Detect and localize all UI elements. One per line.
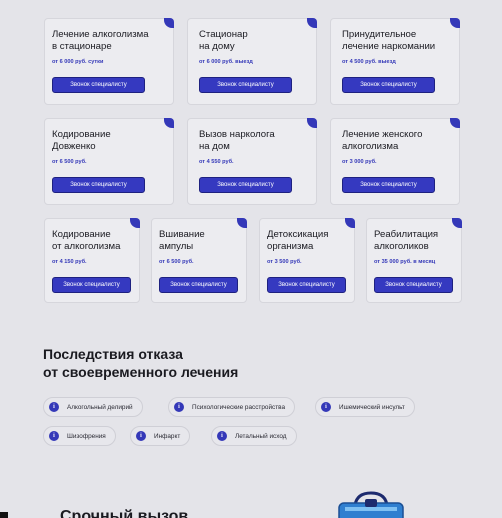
consequence-tag: i Шизофрения: [43, 426, 116, 446]
card-corner-decoration: [450, 118, 460, 128]
card-corner-decoration: [130, 218, 140, 228]
consequence-label: Психологические расстройства: [192, 403, 286, 411]
info-icon: i: [136, 431, 146, 441]
service-card: Лечение алкоголизма в стационаре от 6 000…: [44, 18, 174, 105]
service-card: Кодирование от алкоголизма от 4 150 руб. …: [44, 218, 140, 303]
consequences-heading: Последствия отказа от своевременного леч…: [43, 346, 239, 380]
service-price: от 6 500 руб.: [159, 259, 194, 265]
consequence-tag: i Летальный исход: [211, 426, 297, 446]
consequence-tag: i Психологические расстройства: [168, 397, 296, 417]
service-card: Реабилитация алкоголиков от 35 000 руб. в…: [366, 218, 462, 303]
card-corner-decoration: [307, 118, 317, 128]
info-icon: i: [321, 402, 331, 412]
call-specialist-button[interactable]: Звонок специалисту: [374, 277, 453, 293]
card-corner-decoration: [452, 218, 462, 228]
call-specialist-button[interactable]: Звонок специалисту: [267, 277, 346, 293]
info-icon: i: [49, 431, 59, 441]
service-title: Детоксикация организма: [267, 229, 329, 252]
card-corner-decoration: [164, 118, 174, 128]
card-corner-decoration: [345, 218, 355, 228]
service-title: Кодирование Довженко: [52, 129, 111, 152]
call-specialist-button[interactable]: Звонок специалисту: [199, 77, 292, 93]
info-icon: i: [217, 431, 227, 441]
service-price: от 6 500 руб.: [52, 159, 87, 165]
service-card: Лечение женского алкоголизма от 3 000 руб…: [330, 118, 460, 205]
service-title: Лечение алкоголизма в стационаре: [52, 29, 149, 52]
consequence-label: Инфаркт: [154, 432, 181, 440]
urgent-call-heading: Срочный вызов: [60, 508, 189, 518]
card-corner-decoration: [307, 18, 317, 28]
consequence-tag: i Инфаркт: [130, 426, 191, 446]
service-title: Вшивание ампулы: [159, 229, 205, 252]
consequence-tag: i Ишемический инсульт: [315, 397, 415, 417]
service-title: Кодирование от алкоголизма: [52, 229, 121, 252]
service-card: Детоксикация организма от 3 500 руб. Звон…: [259, 218, 355, 303]
service-price: от 6 000 руб. сутки: [52, 59, 104, 65]
service-title: Стационар на дому: [199, 29, 248, 52]
service-price: от 6 000 руб. выезд: [199, 59, 253, 65]
service-price: от 4 550 руб.: [199, 159, 234, 165]
service-card: Принудительное лечение наркомании от 4 50…: [330, 18, 460, 105]
service-card: Стационар на дому от 6 000 руб. выезд Зво…: [187, 18, 317, 105]
call-specialist-button[interactable]: Звонок специалисту: [52, 177, 145, 193]
call-specialist-button[interactable]: Звонок специалисту: [52, 277, 131, 293]
service-card: Кодирование Довженко от 6 500 руб. Звонок…: [44, 118, 174, 205]
card-corner-decoration: [237, 218, 247, 228]
call-specialist-button[interactable]: Звонок специалисту: [342, 177, 435, 193]
card-corner-decoration: [164, 18, 174, 28]
info-icon: i: [174, 402, 184, 412]
service-title: Принудительное лечение наркомании: [342, 29, 436, 52]
service-price: от 3 500 руб.: [267, 259, 302, 265]
consequence-label: Ишемический инсульт: [339, 403, 405, 411]
service-title: Лечение женского алкоголизма: [342, 129, 423, 152]
card-corner-decoration: [450, 18, 460, 28]
service-price: от 4 150 руб.: [52, 259, 87, 265]
service-title: Вызов нарколога на дом: [199, 129, 275, 152]
service-card: Вшивание ампулы от 6 500 руб. Звонок спец…: [151, 218, 247, 303]
decorative-bar: [0, 512, 8, 518]
service-price: от 35 000 руб. в месяц: [374, 259, 436, 265]
medical-bag-image: [338, 491, 404, 518]
call-specialist-button[interactable]: Звонок специалисту: [342, 77, 435, 93]
call-specialist-button[interactable]: Звонок специалисту: [199, 177, 292, 193]
consequence-label: Алкогольный делирий: [67, 403, 133, 411]
consequence-label: Летальный исход: [235, 432, 287, 440]
call-specialist-button[interactable]: Звонок специалисту: [52, 77, 145, 93]
service-title: Реабилитация алкоголиков: [374, 229, 439, 252]
service-price: от 4 500 руб. выезд: [342, 59, 396, 65]
consequence-tag: i Алкогольный делирий: [43, 397, 143, 417]
service-price: от 3 000 руб.: [342, 159, 377, 165]
service-card: Вызов нарколога на дом от 4 550 руб. Звон…: [187, 118, 317, 205]
consequence-label: Шизофрения: [67, 432, 106, 440]
call-specialist-button[interactable]: Звонок специалисту: [159, 277, 238, 293]
info-icon: i: [49, 402, 59, 412]
